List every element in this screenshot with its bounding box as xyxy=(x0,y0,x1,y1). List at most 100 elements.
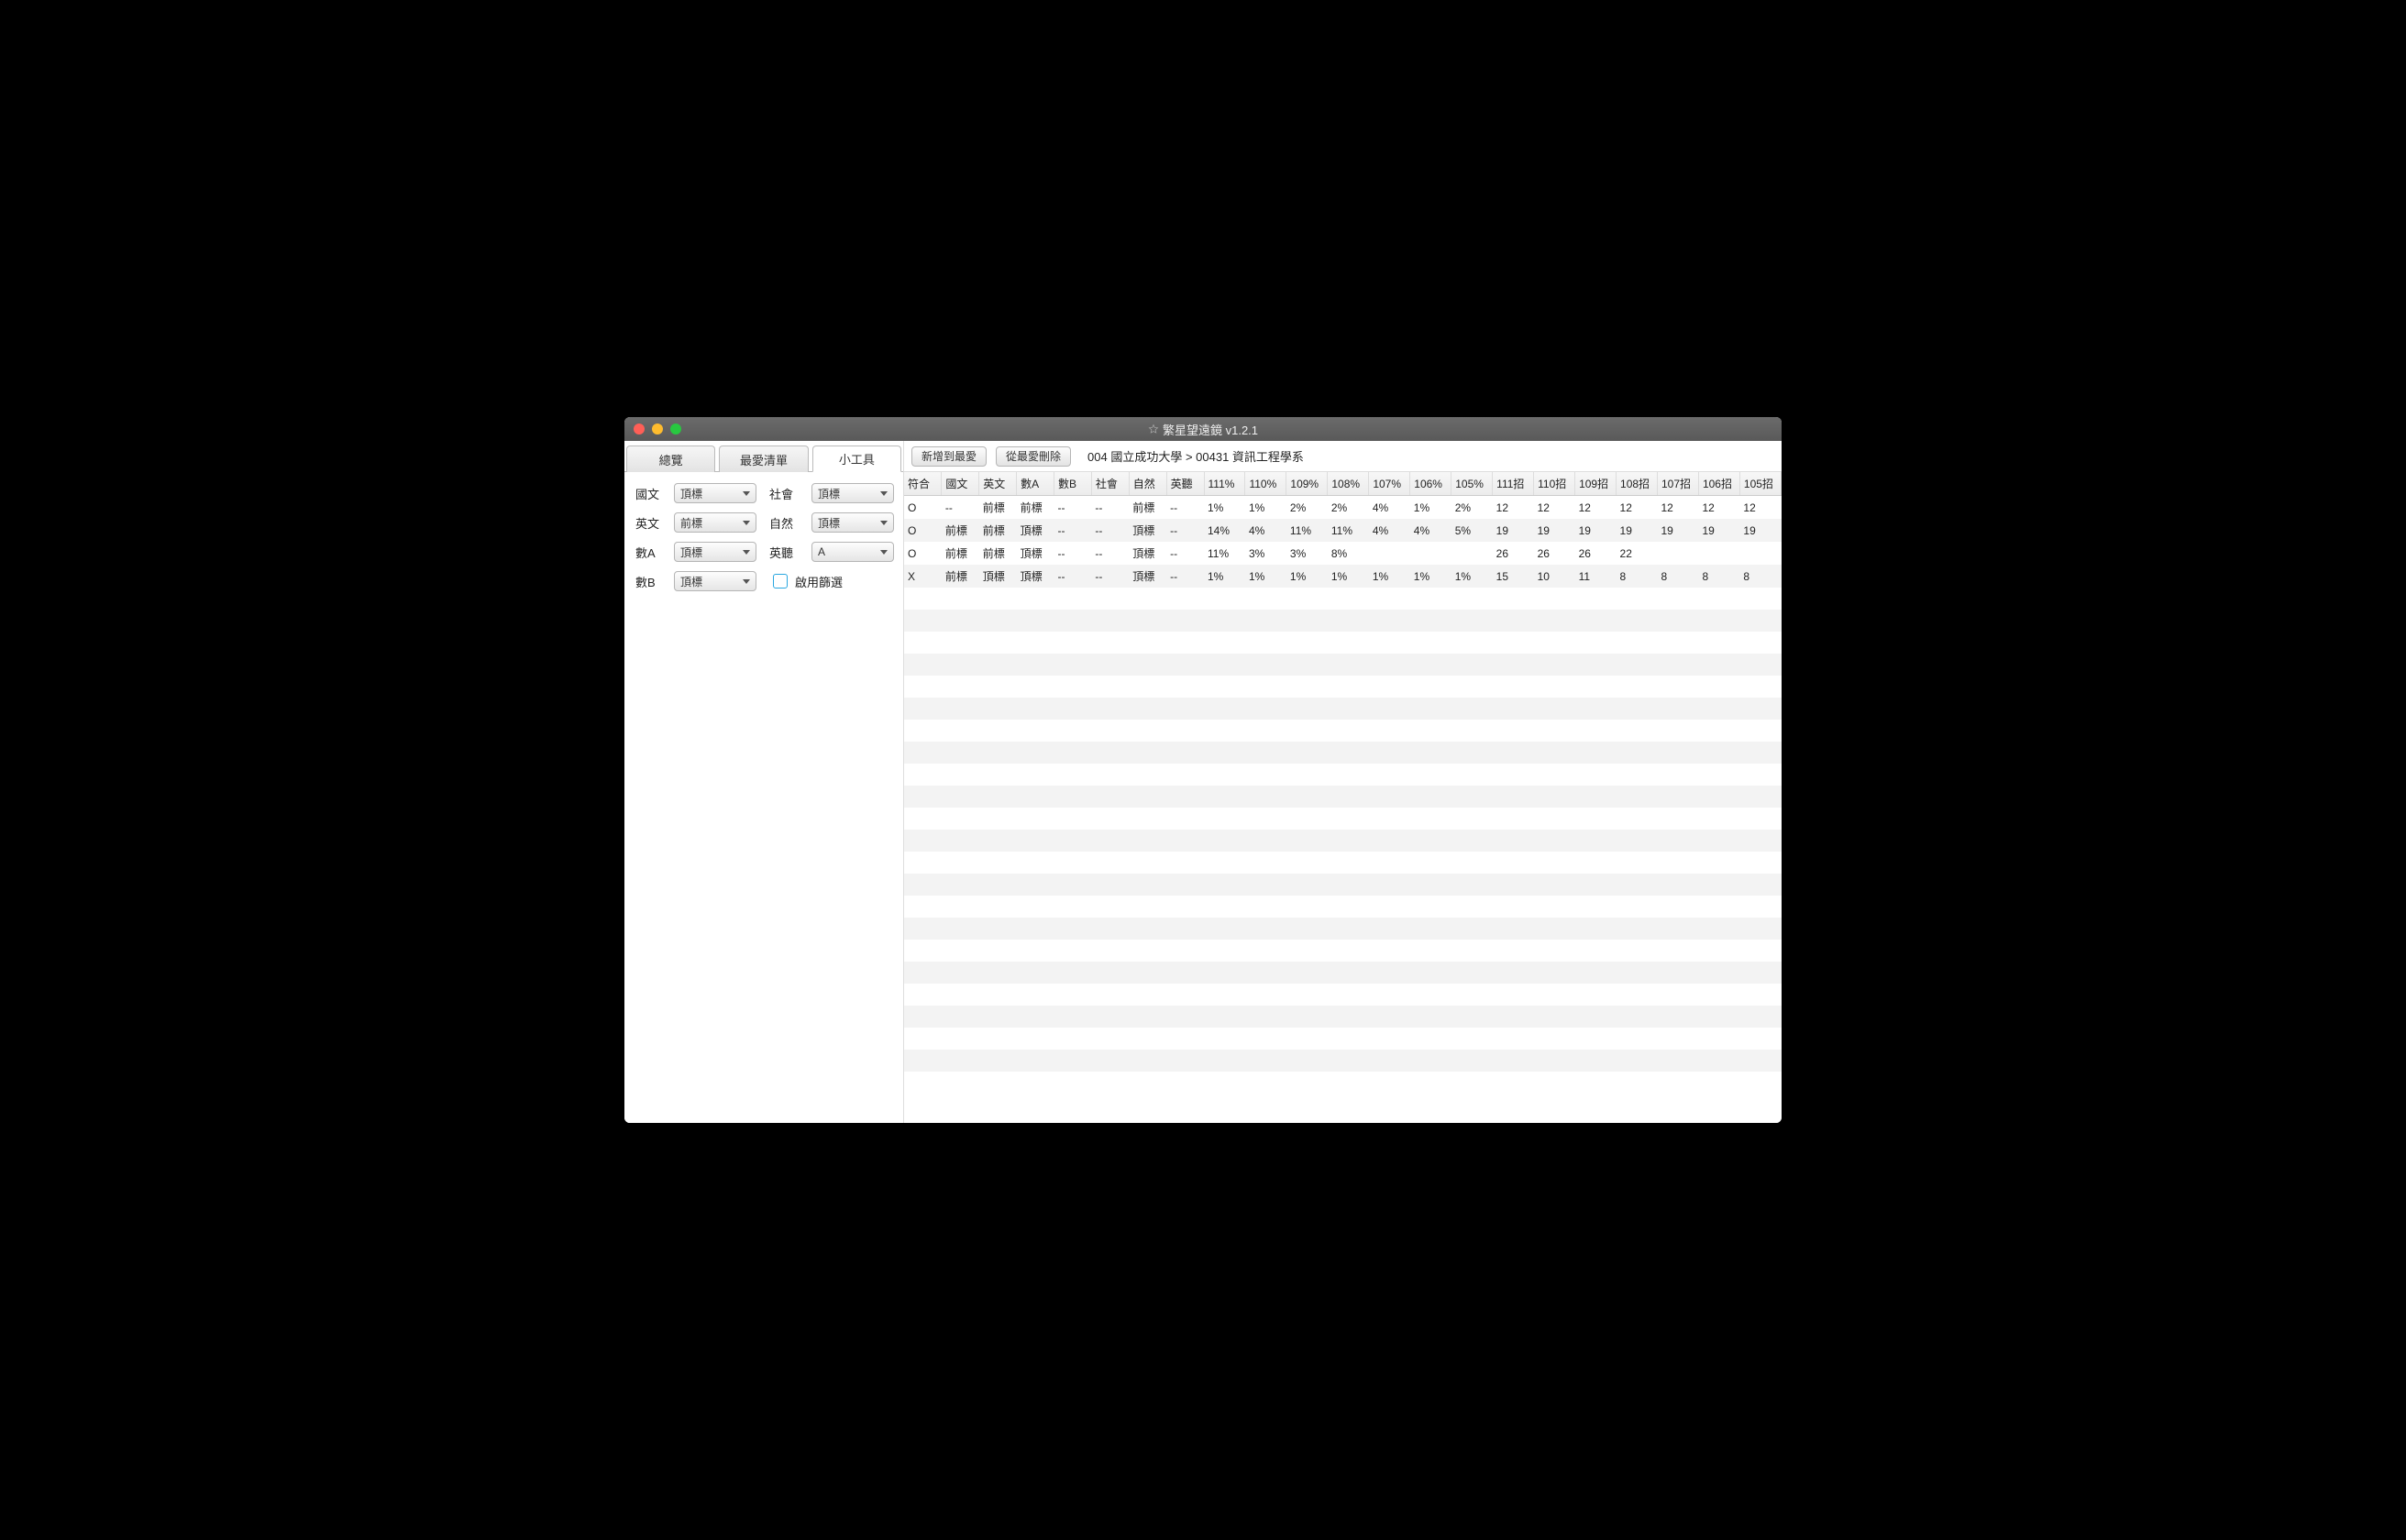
table-cell xyxy=(1091,786,1129,808)
column-header[interactable]: 105% xyxy=(1451,472,1493,496)
table-cell xyxy=(1534,698,1575,720)
table-cell xyxy=(942,742,979,764)
tab-tools[interactable]: 小工具 xyxy=(812,446,901,472)
table-cell xyxy=(1657,852,1698,874)
table-cell xyxy=(1369,808,1410,830)
tab-favorites[interactable]: 最愛清單 xyxy=(719,446,808,472)
column-header[interactable]: 英文 xyxy=(979,472,1017,496)
minimize-icon[interactable] xyxy=(652,424,663,434)
table-cell xyxy=(1286,698,1328,720)
table-row[interactable]: O前標前標頂標----頂標--14%4%11%11%4%4%5%19191919… xyxy=(904,519,1782,542)
table-cell xyxy=(1493,1050,1534,1072)
select-math-a[interactable]: 頂標 xyxy=(674,542,756,562)
table-cell xyxy=(1575,720,1617,742)
table-cell xyxy=(1410,940,1451,962)
table-cell xyxy=(1575,764,1617,786)
add-favorite-button[interactable]: 新增到最愛 xyxy=(911,446,987,467)
select-english[interactable]: 前標 xyxy=(674,512,756,533)
table-scroll[interactable]: 符合國文英文數A數B社會自然英聽111%110%109%108%107%106%… xyxy=(904,472,1782,1123)
table-cell xyxy=(1286,610,1328,632)
table-cell xyxy=(1054,896,1092,918)
column-header[interactable]: 數A xyxy=(1017,472,1054,496)
table-cell xyxy=(1698,720,1739,742)
column-header[interactable]: 符合 xyxy=(904,472,942,496)
table-cell xyxy=(1017,654,1054,676)
table-cell xyxy=(1617,588,1658,610)
table-cell xyxy=(1245,654,1286,676)
column-header[interactable]: 110% xyxy=(1245,472,1286,496)
table-cell xyxy=(1166,720,1204,742)
column-header[interactable]: 107% xyxy=(1369,472,1410,496)
table-cell xyxy=(942,698,979,720)
column-header[interactable]: 數B xyxy=(1054,472,1092,496)
zoom-icon[interactable] xyxy=(670,424,681,434)
remove-favorite-button[interactable]: 從最愛刪除 xyxy=(996,446,1071,467)
column-header[interactable]: 110招 xyxy=(1534,472,1575,496)
column-header[interactable]: 111% xyxy=(1204,472,1245,496)
table-cell xyxy=(1054,918,1092,940)
star-icon xyxy=(1148,424,1159,434)
column-header[interactable]: 社會 xyxy=(1091,472,1129,496)
table-cell xyxy=(1575,742,1617,764)
table-cell xyxy=(1739,1028,1781,1050)
column-header[interactable]: 108招 xyxy=(1617,472,1658,496)
column-header[interactable]: 108% xyxy=(1328,472,1369,496)
table-cell xyxy=(1534,852,1575,874)
table-cell xyxy=(1017,830,1054,852)
select-chinese[interactable]: 頂標 xyxy=(674,483,756,503)
column-header[interactable]: 109% xyxy=(1286,472,1328,496)
table-cell: 12 xyxy=(1534,496,1575,520)
table-row[interactable]: O--前標前標----前標--1%1%2%2%4%1%2%12121212121… xyxy=(904,496,1782,520)
table-cell xyxy=(1657,698,1698,720)
table-cell: 19 xyxy=(1534,519,1575,542)
table-cell: 19 xyxy=(1739,519,1781,542)
table-cell xyxy=(1166,786,1204,808)
column-header[interactable]: 107招 xyxy=(1657,472,1698,496)
column-header[interactable]: 111招 xyxy=(1493,472,1534,496)
table-cell xyxy=(1657,742,1698,764)
table-cell xyxy=(1328,610,1369,632)
table-cell: 12 xyxy=(1575,496,1617,520)
table-cell xyxy=(1129,808,1166,830)
table-cell xyxy=(1617,764,1658,786)
table-cell xyxy=(1617,962,1658,984)
label-math-a: 數A xyxy=(635,544,661,561)
table-row[interactable]: X前標頂標頂標----頂標--1%1%1%1%1%1%1%1510118888 xyxy=(904,565,1782,588)
table-cell xyxy=(1369,1006,1410,1028)
tab-overview[interactable]: 總覽 xyxy=(626,446,715,472)
table-cell xyxy=(1617,852,1658,874)
table-cell xyxy=(1657,896,1698,918)
column-header[interactable]: 109招 xyxy=(1575,472,1617,496)
table-cell xyxy=(1245,786,1286,808)
table-cell xyxy=(1410,588,1451,610)
table-cell xyxy=(1410,698,1451,720)
select-math-b[interactable]: 頂標 xyxy=(674,571,756,591)
select-nature[interactable]: 頂標 xyxy=(811,512,894,533)
column-header[interactable]: 105招 xyxy=(1739,472,1781,496)
table-cell xyxy=(1091,984,1129,1006)
table-cell xyxy=(1204,962,1245,984)
checkbox-enable-filter[interactable] xyxy=(773,574,788,588)
table-cell xyxy=(1451,742,1493,764)
titlebar[interactable]: 繁星望遠鏡 v1.2.1 xyxy=(624,417,1782,441)
table-cell xyxy=(1286,1050,1328,1072)
select-listening[interactable]: A xyxy=(811,542,894,562)
table-cell: 8 xyxy=(1739,565,1781,588)
table-cell xyxy=(979,742,1017,764)
table-cell xyxy=(1091,940,1129,962)
column-header[interactable]: 106% xyxy=(1410,472,1451,496)
table-cell xyxy=(1534,676,1575,698)
column-header[interactable]: 106招 xyxy=(1698,472,1739,496)
select-social[interactable]: 頂標 xyxy=(811,483,894,503)
table-cell xyxy=(1575,830,1617,852)
table-cell: 12 xyxy=(1493,496,1534,520)
table-cell xyxy=(1204,874,1245,896)
table-row[interactable]: O前標前標頂標----頂標--11%3%3%8%26262622 xyxy=(904,542,1782,565)
column-header[interactable]: 英聽 xyxy=(1166,472,1204,496)
column-header[interactable]: 自然 xyxy=(1129,472,1166,496)
table-cell xyxy=(942,1006,979,1028)
table-cell xyxy=(1204,764,1245,786)
close-icon[interactable] xyxy=(634,424,645,434)
column-header[interactable]: 國文 xyxy=(942,472,979,496)
table-cell xyxy=(1369,698,1410,720)
